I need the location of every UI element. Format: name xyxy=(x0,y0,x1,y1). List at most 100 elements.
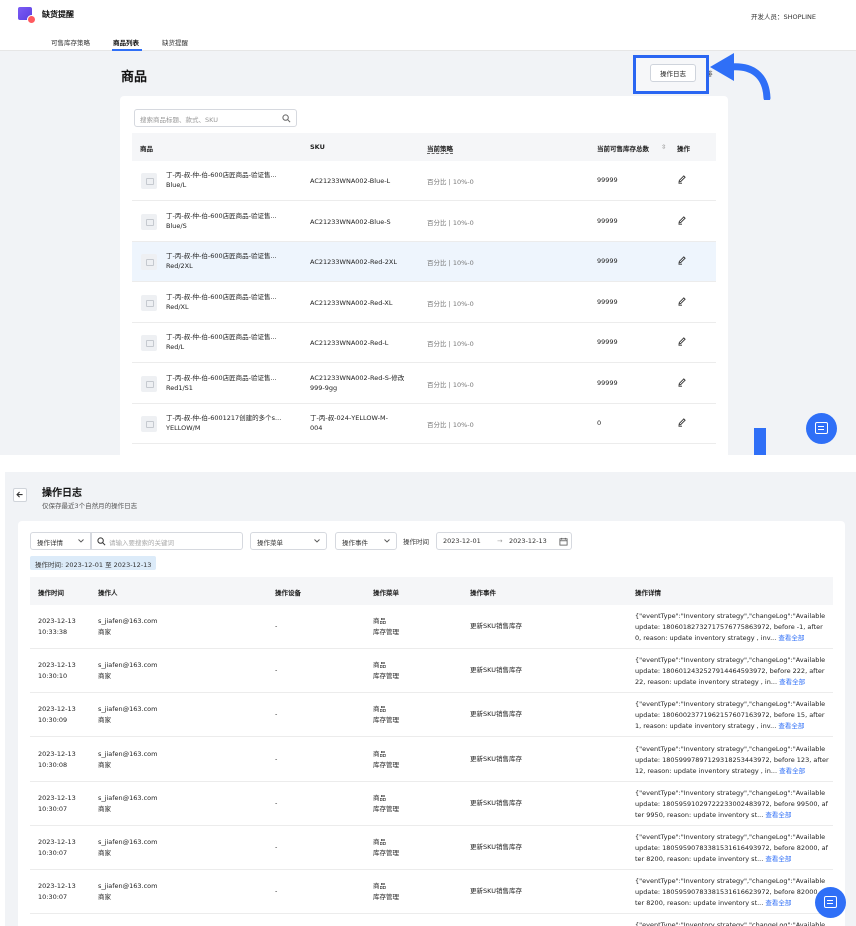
tab-inventory-strategy[interactable]: 可售库存策略 xyxy=(51,37,90,47)
menu-primary: 商品 xyxy=(373,617,386,625)
column-available-stock[interactable]: 当前可售库存总数 xyxy=(597,143,649,153)
edit-icon[interactable] xyxy=(677,377,687,387)
view-all-link[interactable]: 查看全部 xyxy=(765,855,791,863)
stock-cell: 99999 xyxy=(597,338,618,346)
chat-icon xyxy=(815,422,828,434)
table-row[interactable]: 丁-丙-叔-仲-伯-600店匠商品-验证售... Red/XL AC21233WNA… xyxy=(132,282,716,323)
product-card: 搜索商品标题、款式、SKU 商品 SKU 当前策略 当前可售库存总数 ⇳ 操作 … xyxy=(120,96,728,455)
sku-cell: 丁-丙-叔-024-YELLOW-M- 004 xyxy=(310,413,422,433)
sku-value: 丁-丙-叔-024-YELLOW-M- xyxy=(310,414,388,422)
view-all-link[interactable]: 查看全部 xyxy=(779,678,805,686)
table-row[interactable]: 丁-丙-叔-仲-伯-600店匠商品-验证售... Red/2XL AC21233WN… xyxy=(132,242,716,282)
product-name[interactable]: 丁-丙-叔-仲-伯-600店匠商品-验证售... xyxy=(166,252,277,260)
strategy-cell: 百分比 | 10%-0 xyxy=(427,178,474,186)
view-all-link[interactable]: 查看全部 xyxy=(778,722,804,730)
table-row[interactable]: 丁-丙-叔-仲-伯-600店匠商品-验证售... Blue/S AC21233WNA… xyxy=(132,201,716,242)
operation-log-screen: 操作日志 仅保存最近3个自然月的操作日志 操作详情 请输入要搜索的关键词 操作菜… xyxy=(5,472,856,926)
view-all-link[interactable]: 查看全部 xyxy=(765,811,791,819)
table-row[interactable]: 丁-丙-叔-仲-伯-6001217创建的多个s... YELLOW/M 丁-丙-叔-… xyxy=(132,404,716,444)
strategy-cell: 百分比 | 10%-0 xyxy=(427,340,474,348)
tab-stockout-reminder[interactable]: 缺货提醒 xyxy=(162,37,188,47)
edit-icon[interactable] xyxy=(677,417,687,427)
menu-cell: 商品 库存管理 xyxy=(373,793,399,815)
table-row[interactable]: 丁-丙-叔-仲-伯-600店匠商品-验证售... Red/L AC21233WNA0… xyxy=(132,323,716,363)
active-filter-tag[interactable]: 操作时间: 2023-12-01 至 2023-12-13 xyxy=(30,556,157,570)
chat-button[interactable] xyxy=(806,413,837,444)
log-time: 10:30:07 xyxy=(38,893,68,902)
table-row[interactable]: 丁-丙-叔-仲-伯-600店匠商品-验证售... Blue/L AC21233WNA… xyxy=(132,161,716,201)
table-row: 2023-12-13 10:30:10 s_jiafen@163.com 商家 - 商品库… xyxy=(30,649,833,694)
operation-log-button[interactable]: 操作日志 xyxy=(650,64,696,82)
product-name[interactable]: 丁-丙-叔-仲-伯-600店匠商品-验证售... xyxy=(166,293,277,301)
sort-icon[interactable]: ⇳ xyxy=(661,143,666,151)
app-header: 缺货提醒 开发人员：SHOPLINE xyxy=(0,0,856,31)
detail-text: {"eventType":"Inventory strategy","chang… xyxy=(635,833,828,863)
detail-field-select[interactable]: 操作详情 xyxy=(30,532,91,550)
strategy-cell: 百分比 | 10%-0 xyxy=(427,259,474,267)
product-name[interactable]: 丁-丙-叔-仲-伯-600店匠商品-验证售... xyxy=(166,333,277,341)
product-name[interactable]: 丁-丙-叔-仲-伯-6001217创建的多个s... xyxy=(166,414,281,422)
back-arrow-icon[interactable] xyxy=(13,488,27,502)
active-tab-indicator xyxy=(112,49,142,51)
product-image-placeholder-icon xyxy=(141,213,157,230)
date-start: 2023-12-01 xyxy=(443,537,481,545)
product-variant: YELLOW/M xyxy=(166,424,201,432)
product-name[interactable]: 丁-丙-叔-仲-伯-600店匠商品-验证售... xyxy=(166,171,277,179)
menu-cell: 商品 库存管理 xyxy=(373,837,399,859)
time-cell: 2023-12-13 10:30:07 xyxy=(38,881,76,903)
operator-email: s_jiafen@163.com xyxy=(98,705,158,714)
menu-secondary: 库存管理 xyxy=(373,893,399,902)
view-all-link[interactable]: 查看全部 xyxy=(778,634,804,642)
log-date: 2023-12-13 xyxy=(38,705,76,714)
event-select[interactable]: 操作事件 xyxy=(335,532,397,550)
view-all-link[interactable]: 查看全部 xyxy=(779,767,805,775)
menu-primary: 商品 xyxy=(373,793,386,802)
column-device: 操作设备 xyxy=(275,589,301,597)
device-cell: - xyxy=(275,666,278,675)
product-name-cell: 丁-丙-叔-仲-伯-600店匠商品-验证售... Red/XL xyxy=(166,292,306,312)
product-variant: Red/XL xyxy=(166,302,189,311)
keyword-search-input[interactable]: 请输入要搜索的关键词 xyxy=(91,532,243,550)
strategy-cell: 百分比 | 10%-0 xyxy=(427,299,474,308)
event-cell: 更新SKU销售库存 xyxy=(470,666,522,675)
operator-email: s_jiafen@163.com xyxy=(98,793,158,802)
menu-select[interactable]: 操作菜单 xyxy=(250,532,327,550)
edit-icon[interactable] xyxy=(677,215,687,225)
detail-field-label: 操作详情 xyxy=(37,539,63,547)
edit-icon[interactable] xyxy=(677,296,687,306)
product-image-placeholder-icon xyxy=(141,254,157,270)
log-time: 10:30:07 xyxy=(38,849,68,857)
operator-role: 商家 xyxy=(98,849,111,857)
column-event: 操作事件 xyxy=(470,589,496,597)
column-sku: SKU xyxy=(310,143,325,151)
edit-icon[interactable] xyxy=(677,336,687,346)
product-name[interactable]: 丁-丙-叔-仲-伯-600店匠商品-验证售... xyxy=(166,212,277,220)
time-cell: 2023-12-13 10:30:08 xyxy=(38,749,76,771)
product-name-cell: 丁-丙-叔-仲-伯-600店匠商品-验证售... Blue/L xyxy=(166,170,306,190)
edit-icon[interactable] xyxy=(677,255,687,265)
sku-cell: AC21233WNA002-Red-L xyxy=(310,338,422,348)
detail-cell: {"eventType":"Inventory strategy","chang… xyxy=(635,832,829,865)
date-range-picker[interactable]: 2023-12-01 → 2023-12-13 xyxy=(436,532,572,550)
menu-cell: 商品 库存管理 xyxy=(373,704,399,726)
event-select-label: 操作事件 xyxy=(342,539,368,547)
table-row[interactable]: 丁-丙-叔-仲-伯-600店匠商品-验证售... Red1/S1 AC21233WN… xyxy=(132,363,716,404)
operator-email: s_jiafen@163.com xyxy=(98,617,158,625)
sku-cell: AC21233WNA002-Blue-L xyxy=(310,176,422,186)
event-cell: 更新SKU销售库存 xyxy=(470,843,522,851)
page-title: 商品 xyxy=(121,70,148,85)
event-cell: 更新SKU销售库存 xyxy=(470,798,522,807)
chat-button[interactable] xyxy=(815,887,846,918)
view-all-link[interactable]: 查看全部 xyxy=(765,899,791,907)
edit-icon[interactable] xyxy=(677,174,687,184)
operator-role: 商家 xyxy=(98,893,111,902)
table-row: {"eventType":"Inventory strategy","chang… xyxy=(30,914,833,926)
sku-cell: AC21233WNA002-Red-2XL xyxy=(310,257,422,267)
product-search-input[interactable]: 搜索商品标题、款式、SKU xyxy=(134,109,297,127)
product-table-header: 商品 SKU 当前策略 当前可售库存总数 ⇳ 操作 xyxy=(132,133,716,161)
product-name[interactable]: 丁-丙-叔-仲-伯-600店匠商品-验证售... xyxy=(166,374,277,382)
event-cell: 更新SKU销售库存 xyxy=(470,622,522,630)
product-image-placeholder-icon xyxy=(141,416,157,432)
column-operator: 操作人 xyxy=(98,589,118,597)
tab-product-list[interactable]: 商品列表 xyxy=(113,37,139,47)
